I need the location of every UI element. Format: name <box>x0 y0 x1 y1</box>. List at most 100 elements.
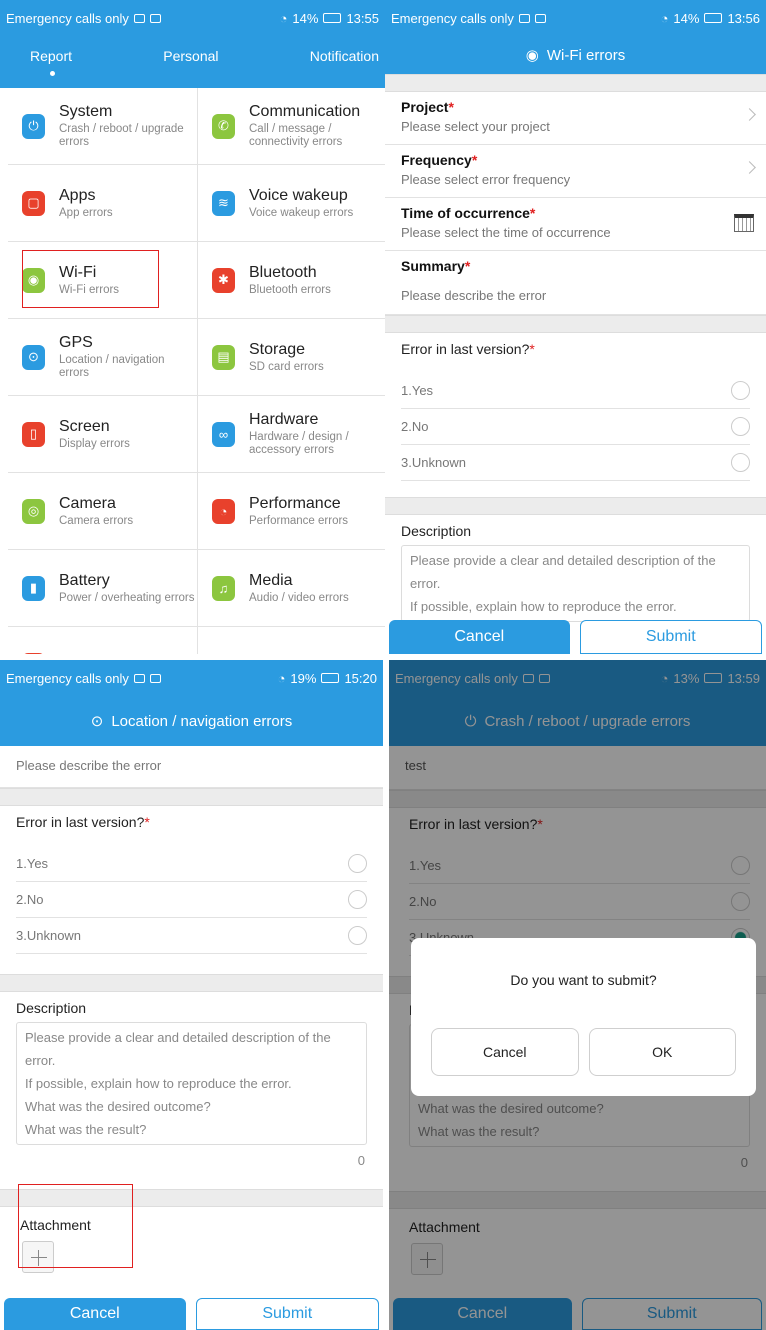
wifi-errors-screen: Emergency calls only ◔ 14% 13:56 ◉ Wi-Fi e… <box>385 0 766 654</box>
category-name: System <box>59 103 113 120</box>
category-voice-wakeup[interactable]: ≋ Voice wakeup Voice wakeup errors <box>198 165 385 242</box>
wifi-signal-icon: ◔ <box>660 10 669 26</box>
category-camera[interactable]: ◎ Camera Camera errors <box>8 473 198 550</box>
voice-icon: ≋ <box>212 190 235 216</box>
status-bar: Emergency calls only ◔ 19% 15:20 <box>0 660 383 696</box>
category-system[interactable]: ⏻ System Crash / reboot / upgrade errors <box>8 88 198 165</box>
option-label: 1.Yes <box>16 856 49 871</box>
category-subtitle: Crash / reboot / upgrade errors <box>59 123 184 148</box>
section-divider <box>0 788 383 806</box>
frequency-label: Frequency <box>401 152 472 168</box>
category-name: Communication <box>249 103 361 120</box>
attachment-highlight-box <box>18 1184 133 1268</box>
tab-personal[interactable]: Personal <box>163 48 218 64</box>
sensor-icon: ◈ <box>22 652 45 654</box>
required-mark: * <box>144 814 150 830</box>
category-name: Performance <box>249 494 341 512</box>
category-name: GPS <box>59 334 93 351</box>
category-subtitle: Bluetooth errors <box>249 283 331 296</box>
category-gps[interactable]: ⊙ GPS Location / navigation errors <box>8 319 198 396</box>
category-media[interactable]: ♫ Media Audio / video errors <box>198 550 385 627</box>
category-subtitle: Voice wakeup errors <box>249 206 354 219</box>
category-apps[interactable]: ▢ Apps App errors <box>8 165 198 242</box>
description-hint-line: Please provide a clear and detailed desc… <box>25 1030 331 1045</box>
summary-field[interactable]: Please describe the error <box>0 746 383 788</box>
project-label: Project <box>401 99 449 115</box>
category-subtitle: Audio / video errors <box>249 591 349 604</box>
notification-icon <box>133 13 145 23</box>
dialog-ok-button[interactable]: OK <box>588 1028 736 1076</box>
summary-field[interactable]: Summary* Please describe the error <box>385 251 766 315</box>
frequency-placeholder: Please select error frequency <box>401 172 571 187</box>
character-counter: 0 <box>357 1153 365 1168</box>
tab-notification[interactable]: Notification <box>310 48 379 64</box>
description-hint-line: What was the desired outcome? <box>25 1099 211 1114</box>
category-subtitle: Call / message / connectivity errors <box>249 123 343 148</box>
required-mark: * <box>471 152 478 168</box>
description-textarea[interactable]: Please provide a clear and detailed desc… <box>401 545 750 622</box>
summary-label: Summary <box>401 258 465 274</box>
category-grid: ⏻ System Crash / reboot / upgrade errors ✆ C… <box>8 88 385 654</box>
notification-icon <box>518 13 530 23</box>
category-hardware[interactable]: ∞ Hardware Hardware / design / accessory e… <box>198 396 385 473</box>
time-field[interactable]: Time of occurrence* Please select the ti… <box>385 198 766 251</box>
emergency-label: Emergency calls only <box>6 670 129 686</box>
required-mark: * <box>529 341 535 357</box>
radio-button[interactable] <box>348 926 367 945</box>
submit-button[interactable]: Submit <box>579 620 762 654</box>
status-bar: Emergency calls only ◔ 14% 13:56 <box>385 0 766 36</box>
action-bar: Cancel Submit <box>385 620 766 654</box>
radio-button[interactable] <box>731 381 750 400</box>
image-icon <box>534 13 546 23</box>
option-no[interactable]: 2.No <box>16 882 367 918</box>
category-bluetooth[interactable]: ✱ Bluetooth Bluetooth errors <box>198 242 385 319</box>
performance-icon: ◔ <box>212 498 235 524</box>
screen-title-bar: ◉ Wi-Fi errors <box>385 36 766 74</box>
description-textarea[interactable]: Please provide a clear and detailed desc… <box>16 1022 367 1145</box>
time-placeholder: Please select the time of occurrence <box>401 225 611 240</box>
category-subtitle: Performance errors <box>249 514 349 527</box>
location-icon: ⊙ <box>22 344 45 370</box>
description-hint-line: What was the result? <box>25 1122 147 1137</box>
category-communication[interactable]: ✆ Communication Call / message / connectiv… <box>198 88 385 165</box>
screenshot-collage: Emergency calls only ◔ 14% 13:55 Report Pe… <box>0 0 766 1330</box>
dialog-cancel-button[interactable]: Cancel <box>431 1028 579 1076</box>
category-name: Storage <box>249 340 306 358</box>
question-text: Error in last version? <box>401 341 530 357</box>
section-divider <box>385 315 766 333</box>
option-unknown[interactable]: 3.Unknown <box>16 918 367 954</box>
radio-button[interactable] <box>731 417 750 436</box>
battery-percent: 14% <box>292 10 319 26</box>
category-subtitle: Hardware / design / accessory errors <box>249 431 349 456</box>
media-icon: ♫ <box>212 575 235 601</box>
screen-title-bar: ⊙ Location / navigation errors <box>0 696 383 746</box>
option-yes[interactable]: 1.Yes <box>401 373 750 409</box>
category-performance[interactable]: ◔ Performance Performance errors <box>198 473 385 550</box>
frequency-field[interactable]: Frequency* Please select error frequency <box>385 145 766 198</box>
category-storage[interactable]: ▤ Storage SD card errors <box>198 319 385 396</box>
option-unknown[interactable]: 3.Unknown <box>401 445 750 481</box>
radio-button[interactable] <box>348 854 367 873</box>
screen-title: Location / navigation errors <box>111 712 293 730</box>
radio-button[interactable] <box>348 890 367 909</box>
description-hint-line: If possible, explain how to reproduce th… <box>410 599 677 614</box>
wifi-signal-icon: ◔ <box>279 10 288 26</box>
project-field[interactable]: Project* Please select your project <box>385 92 766 145</box>
battery-icon <box>321 673 340 683</box>
option-yes[interactable]: 1.Yes <box>16 846 367 882</box>
submit-button[interactable]: Submit <box>195 1298 379 1330</box>
option-no[interactable]: 2.No <box>401 409 750 445</box>
calendar-icon[interactable] <box>734 214 754 232</box>
category-sensor[interactable]: ◈Sensor <box>8 627 198 654</box>
image-icon <box>149 13 161 23</box>
option-label: 2.No <box>401 419 429 434</box>
category-screen[interactable]: ▯ Screen Display errors <box>8 396 198 473</box>
battery-icon <box>704 13 723 23</box>
category-battery[interactable]: ▮ Battery Power / overheating errors <box>8 550 198 627</box>
cancel-button[interactable]: Cancel <box>389 620 570 654</box>
cancel-button[interactable]: Cancel <box>4 1298 186 1330</box>
category-name: Apps <box>59 186 96 204</box>
radio-button[interactable] <box>731 453 750 472</box>
emergency-label: Emergency calls only <box>6 10 129 26</box>
tab-report[interactable]: Report <box>30 48 72 64</box>
